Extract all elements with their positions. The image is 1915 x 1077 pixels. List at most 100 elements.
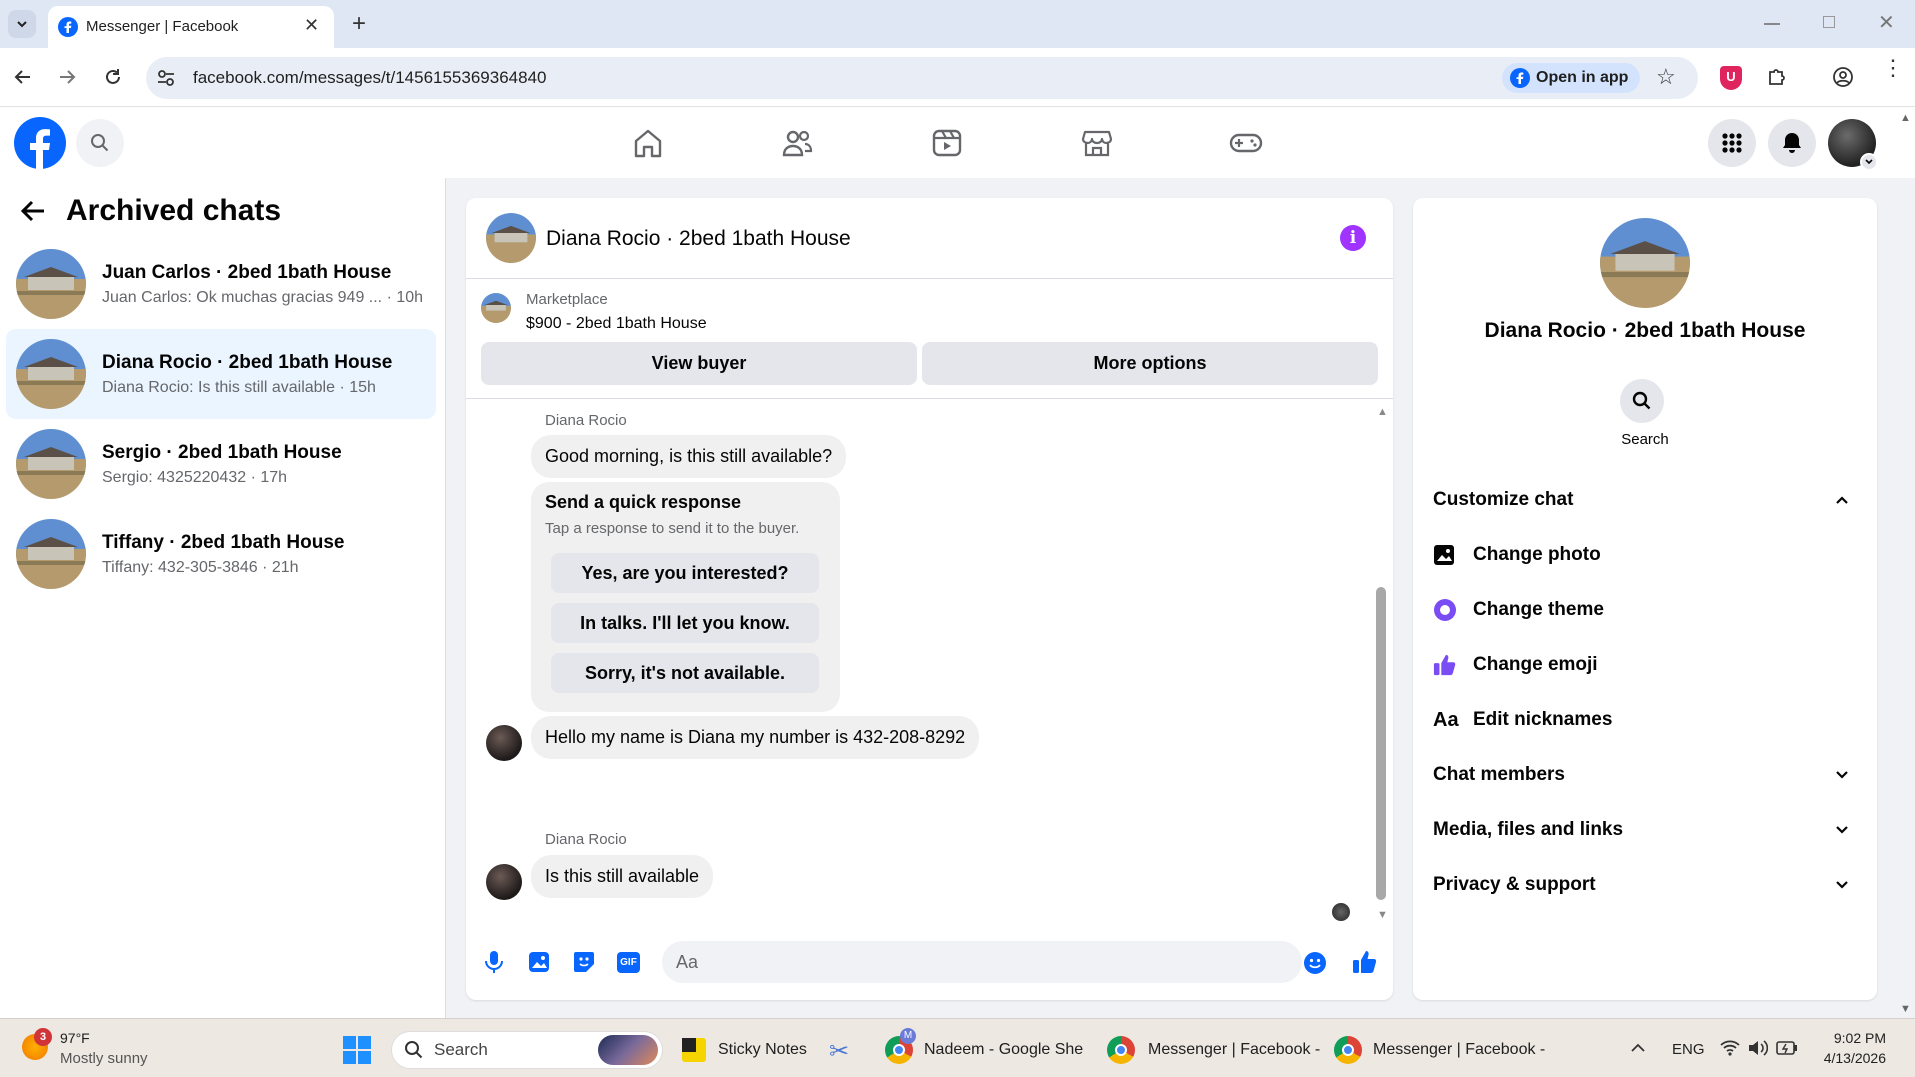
ublock-extension-icon[interactable]: U [1720,66,1742,90]
sender-avatar[interactable] [486,725,522,761]
chat-item-juan-carlos[interactable]: Juan Carlos · 2bed 1bath House Juan Carl… [6,239,436,329]
page-scroll-up-arrow[interactable]: ▲ [1900,112,1911,124]
facebook-logo-icon[interactable] [14,117,66,169]
chat-preview: Diana Rocio: Is this still available · 1… [102,378,376,396]
thumbs-up-icon[interactable] [1352,949,1378,975]
forward-button[interactable] [50,60,84,94]
browser-tab[interactable]: Messenger | Facebook ✕ [48,6,334,48]
taskbar-app-label[interactable]: Messenger | Facebook - [1373,1041,1545,1059]
listing-thumbnail [16,429,86,499]
row-label: Change photo [1473,544,1601,565]
view-buyer-button[interactable]: View buyer [481,342,917,385]
back-arrow-icon[interactable] [20,198,46,224]
chrome-icon-center [1115,1044,1127,1056]
notifications-button[interactable] [1768,119,1816,167]
row-label: Edit nicknames [1473,709,1613,730]
gif-icon[interactable]: GIF [617,952,640,973]
home-nav-icon[interactable] [632,128,664,158]
message-bubble[interactable]: Is this still available [531,855,714,898]
section-label: Media, files and links [1433,819,1624,840]
chat-item-tiffany[interactable]: Tiffany · 2bed 1bath House Tiffany: 432-… [6,509,436,599]
site-settings-icon[interactable] [156,68,176,88]
row-label: Change theme [1473,599,1604,620]
customize-chat-section[interactable]: Customize chat [1433,478,1857,522]
chat-preview: Juan Carlos: Ok muchas gracias 949 ... ·… [102,288,424,306]
chat-members-section[interactable]: Chat members [1433,753,1857,797]
new-tab-button[interactable]: + [352,10,366,38]
marketplace-label: Marketplace [526,291,608,308]
chevron-up-icon[interactable] [1630,1042,1646,1054]
message-input[interactable] [662,941,1302,983]
video-nav-icon[interactable] [931,128,963,158]
media-files-section[interactable]: Media, files and links [1433,808,1857,852]
quick-response-in-talks[interactable]: In talks. I'll let you know. [551,603,819,643]
sender-avatar[interactable] [486,864,522,900]
marketplace-nav-icon[interactable] [1081,128,1113,158]
change-theme-item[interactable]: Change theme [1433,588,1604,632]
taskbar-app-label[interactable]: Nadeem - Google Shee [924,1041,1084,1059]
volume-icon[interactable] [1748,1040,1768,1056]
clock-date[interactable]: 4/13/2026 [1810,1050,1886,1066]
snipping-tool-icon[interactable]: ✂ [829,1037,849,1066]
search-highlight-image [598,1035,658,1065]
change-emoji-item[interactable]: Change emoji [1433,643,1598,687]
emoji-icon[interactable] [1303,951,1327,975]
taskbar-app-label[interactable]: Messenger | Facebook - [1148,1041,1320,1059]
change-photo-item[interactable]: Change photo [1433,533,1601,577]
weather-badge: 3 [34,1028,52,1046]
bell-icon [1783,133,1801,153]
message-bubble[interactable]: Good morning, is this still available? [531,435,847,478]
facebook-search-button[interactable] [76,119,124,167]
scroll-down-arrow[interactable]: ▼ [1377,909,1388,921]
microphone-icon[interactable] [484,950,504,974]
wifi-icon[interactable] [1720,1040,1740,1056]
tab-close-icon[interactable]: ✕ [304,15,319,36]
info-icon[interactable]: i [1340,225,1366,251]
quick-response-yes[interactable]: Yes, are you interested? [551,553,819,593]
chat-item-diana-rocio[interactable]: Diana Rocio · 2bed 1bath House Diana Roc… [6,329,436,419]
close-window-button[interactable]: ✕ [1878,10,1895,35]
clock-time[interactable]: 9:02 PM [1810,1030,1886,1046]
reload-button[interactable] [96,60,130,94]
weather-temp[interactable]: 97°F [60,1030,90,1046]
taskbar-app-label[interactable]: Sticky Notes [718,1041,807,1059]
chat-item-sergio[interactable]: Sergio · 2bed 1bath House Sergio: 432522… [6,419,436,509]
info-avatar[interactable] [1600,218,1690,308]
minimize-button[interactable] [1764,23,1780,25]
menu-grid-button[interactable] [1708,119,1756,167]
sticker-icon[interactable] [573,951,595,973]
scrollbar-thumb[interactable] [1376,587,1386,900]
gaming-nav-icon[interactable] [1229,128,1263,158]
chrome-profile-badge: M [900,1028,916,1044]
page-scroll-down-arrow[interactable]: ▼ [1900,1003,1911,1015]
tab-search-button[interactable] [8,10,36,38]
conversation-title[interactable]: Diana Rocio · 2bed 1bath House [546,227,851,251]
scroll-up-arrow[interactable]: ▲ [1377,406,1388,418]
extensions-puzzle-icon[interactable] [1766,66,1788,88]
more-options-button[interactable]: More options [922,342,1378,385]
bookmark-star-icon[interactable]: ☆ [1656,64,1676,90]
battery-icon[interactable] [1776,1041,1798,1055]
privacy-support-section[interactable]: Privacy & support [1433,863,1857,907]
friends-nav-icon[interactable] [781,128,813,158]
weather-desc[interactable]: Mostly sunny [60,1050,148,1067]
quick-response-not-available[interactable]: Sorry, it's not available. [551,653,819,693]
theme-circle-icon [1434,599,1456,621]
chevron-up-icon [1836,496,1848,504]
account-chevron-icon[interactable] [1860,153,1878,171]
message-bubble[interactable]: Hello my name is Diana my number is 432-… [531,716,980,759]
listing-title[interactable]: $900 - 2bed 1bath House [526,315,707,333]
back-button[interactable] [6,60,40,94]
profile-icon[interactable] [1832,66,1854,88]
edit-nicknames-item[interactable]: Aa Edit nicknames [1433,698,1612,742]
chevron-down-icon [1836,881,1848,889]
open-in-app-button[interactable]: Open in app [1502,63,1641,93]
browser-menu-icon[interactable]: ⋮ [1882,57,1904,79]
info-search-button[interactable] [1620,379,1664,423]
language-indicator[interactable]: ENG [1672,1041,1705,1058]
photo-attach-icon[interactable] [528,951,550,973]
chevron-down-icon [1836,826,1848,834]
windows-start-icon[interactable] [343,1036,371,1064]
restore-button[interactable] [1823,16,1835,28]
conversation-avatar[interactable] [486,213,536,263]
